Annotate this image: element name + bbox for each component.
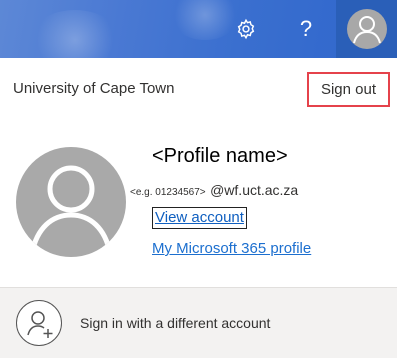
add-person-icon <box>16 300 62 346</box>
person-icon <box>29 165 113 254</box>
profile-avatar <box>16 147 126 257</box>
sign-out-button[interactable]: Sign out <box>307 72 390 107</box>
email-domain: @wf.uct.ac.za <box>210 182 299 198</box>
help-icon: ? <box>299 16 313 41</box>
organization-name: University of Cape Town <box>13 80 175 97</box>
person-icon <box>346 9 387 49</box>
email-address: <e.g. 01234567> @wf.uct.ac.za <box>130 182 298 200</box>
email-username: <e.g. 01234567> <box>130 187 206 198</box>
view-account-link[interactable]: View account <box>152 207 247 229</box>
sign-in-different-account-label: Sign in with a different account <box>80 315 271 331</box>
settings-button[interactable] <box>218 0 274 58</box>
sign-in-different-account-button[interactable]: Sign in with a different account <box>0 287 397 358</box>
microsoft-365-profile-link[interactable]: My Microsoft 365 profile <box>152 240 311 257</box>
header-background-decoration <box>30 10 120 58</box>
account-manager-button[interactable] <box>336 0 397 58</box>
header-bar: ? <box>0 0 397 58</box>
profile-name: <Profile name> <box>152 145 288 167</box>
gear-icon <box>237 18 255 40</box>
help-button[interactable]: ? <box>278 0 334 58</box>
